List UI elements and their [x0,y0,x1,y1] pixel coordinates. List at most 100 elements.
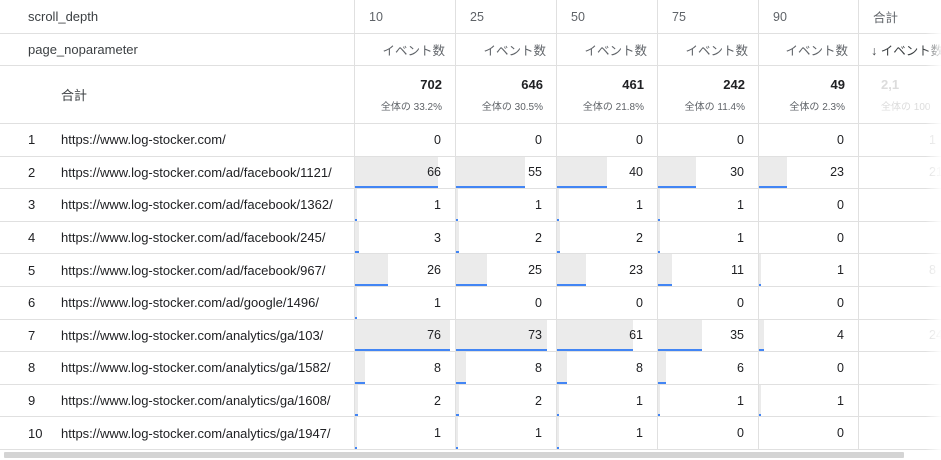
row-url[interactable]: https://www.log-stocker.com/ad/facebook/… [0,254,354,286]
value-bar [759,254,761,286]
dimension-label-page[interactable]: page_noparameter [0,34,354,65]
table-row[interactable]: 1 0 https://www.log-stocker.com/analytics/… [0,417,941,450]
column-header-depth-10[interactable]: 10 [354,0,455,33]
value-cell: 73 [455,319,556,352]
total-percent: 全体の 2.3% [789,101,845,113]
row-url[interactable]: https://www.log-stocker.com/ad/facebook/… [0,189,354,221]
total-cell-10: 702 全体の 33.2% [354,66,455,123]
column-header-depth-50[interactable]: 50 [556,0,657,33]
value-number: 73 [528,328,542,343]
row-url[interactable]: https://www.log-stocker.com/analytics/ga… [0,320,354,352]
header-row-scroll-depth: scroll_depth 10 25 50 75 90 合計 [0,0,941,34]
value-number: 1 [535,197,542,212]
metric-header-total-sorted[interactable]: ↓ イベント数 [858,34,941,65]
value-number: 0 [535,295,542,310]
total-cell-grand: 2,1 全体の 100 [858,66,941,123]
total-percent: 全体の 33.2% [380,101,442,113]
total-cell-25: 646 全体の 30.5% [455,66,556,123]
value-number: 0 [434,132,441,147]
value-bar [759,319,764,352]
value-number: 1 [434,426,441,441]
value-bar [658,254,672,286]
value-cell: 30 [657,156,758,189]
total-value: 2,1 [881,76,900,92]
value-bar [557,384,559,417]
value-number: 0 [837,426,844,441]
table-row[interactable]: 6 https://www.log-stocker.com/ad/google/1… [0,287,941,320]
table-row[interactable]: 3 https://www.log-stocker.com/ad/facebook… [0,189,941,222]
value-cell: 1 [758,384,858,417]
value-bar-underline [355,283,388,286]
value-bar [456,189,458,221]
column-header-depth-25[interactable]: 25 [455,0,556,33]
value-cell: 0 [455,124,556,156]
value-cell: 76 [354,319,455,352]
value-number: 6 [737,360,744,375]
totals-row: 合計 702 全体の 33.2% 646 全体の 30.5% 461 全体の 2… [0,66,941,124]
table-row[interactable]: 7 https://www.log-stocker.com/analytics/g… [0,319,941,353]
table-row[interactable]: 4 https://www.log-stocker.com/ad/facebook… [0,221,941,255]
value-bar-underline [557,381,567,384]
row-url[interactable]: https://www.log-stocker.com/analytics/ga… [0,417,354,449]
value-number: 0 [535,132,542,147]
value-cell: 1 [556,417,657,449]
metric-header-90[interactable]: イベント数 [758,34,858,65]
value-bar [557,417,559,449]
table-row[interactable]: 8 https://www.log-stocker.com/analytics/g… [0,352,941,385]
column-header-depth-90[interactable]: 90 [758,0,858,33]
total-cell [858,352,941,384]
value-number: 2 [636,230,643,245]
value-number: 61 [629,328,643,343]
table-row[interactable]: 2 https://www.log-stocker.com/ad/facebook… [0,156,941,190]
value-cell: 1 [657,189,758,221]
value-number: 2 [535,393,542,408]
value-cell: 8 [455,352,556,384]
data-table: scroll_depth 10 25 50 75 90 合計 page_nopa… [0,0,941,450]
value-cell: 1 [354,287,455,319]
value-number: 1 [636,426,643,441]
total-cell [858,384,941,417]
row-url[interactable]: https://www.log-stocker.com/analytics/ga… [0,385,354,417]
value-number: 0 [737,426,744,441]
total-number: 21 [929,165,941,180]
dimension-label-scroll-depth[interactable]: scroll_depth [0,0,354,33]
row-url[interactable]: https://www.log-stocker.com/ad/facebook/… [0,222,354,254]
value-bar [658,319,702,352]
metric-header-25[interactable]: イベント数 [455,34,556,65]
column-header-depth-75[interactable]: 75 [657,0,758,33]
row-url[interactable]: https://www.log-stocker.com/ [0,124,354,156]
row-url[interactable]: https://www.log-stocker.com/ad/facebook/… [0,157,354,189]
value-number: 1 [737,393,744,408]
value-cell: 2 [354,384,455,417]
total-cell [858,221,941,254]
horizontal-scrollbar[interactable] [4,452,904,458]
row-url[interactable]: https://www.log-stocker.com/analytics/ga… [0,352,354,384]
total-cell-50: 461 全体の 21.8% [556,66,657,123]
table-row[interactable]: 9 https://www.log-stocker.com/analytics/g… [0,384,941,418]
value-bar-underline [456,251,459,254]
value-number: 0 [837,230,844,245]
metric-header-50[interactable]: イベント数 [556,34,657,65]
value-cell: 4 [758,319,858,352]
value-cell: 1 [455,189,556,221]
value-bar-underline [456,446,458,449]
metric-header-10[interactable]: イベント数 [354,34,455,65]
total-value: 461 [622,76,644,92]
value-bar [658,384,660,417]
total-value: 702 [420,76,442,92]
total-number: 8 [929,263,936,278]
row-url[interactable]: https://www.log-stocker.com/ad/google/14… [0,287,354,319]
total-value: 646 [521,76,543,92]
metric-header-75[interactable]: イベント数 [657,34,758,65]
value-cell: 1 [455,417,556,449]
value-bar-underline [557,446,559,449]
value-bar-underline [355,186,438,189]
table-row[interactable]: 1 https://www.log-stocker.com/0 0 0 0 0 1 [0,124,941,157]
table-row[interactable]: 5 https://www.log-stocker.com/ad/facebook… [0,254,941,287]
total-percent: 全体の 21.8% [582,101,644,113]
value-bar [557,254,586,286]
value-number: 1 [535,426,542,441]
value-bar-underline [557,186,607,189]
column-header-total[interactable]: 合計 [858,0,941,33]
value-bar-underline [456,414,459,417]
